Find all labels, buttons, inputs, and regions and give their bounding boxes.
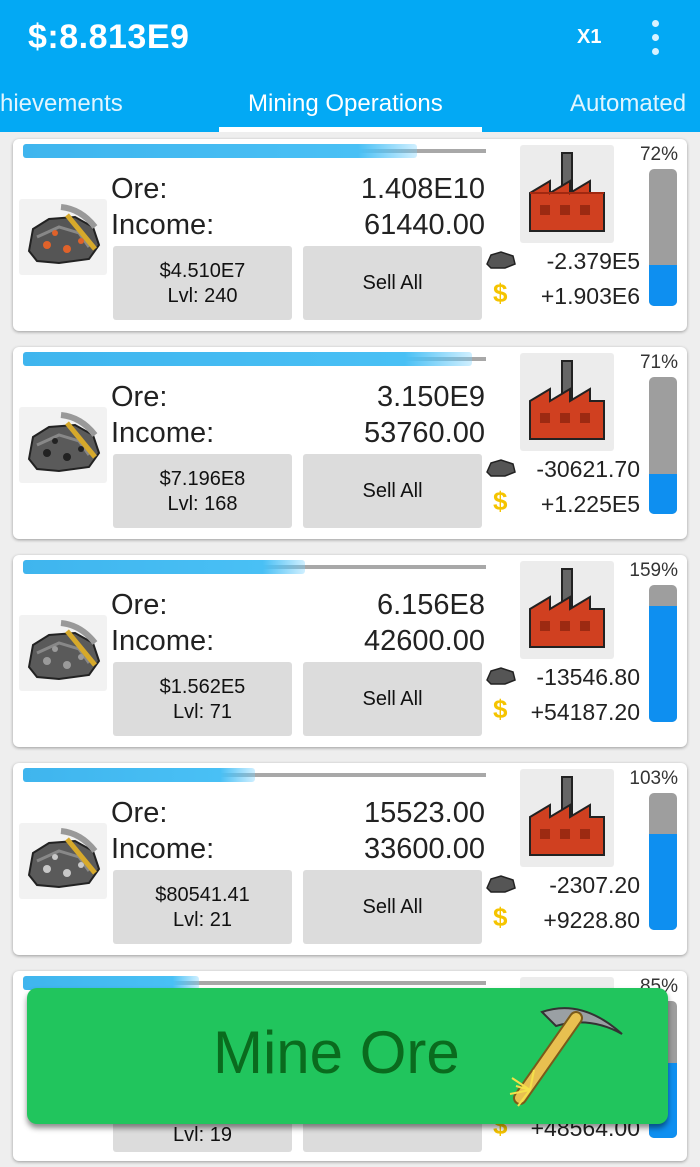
upgrade-button[interactable]: $1.562E5 Lvl: 71 bbox=[113, 662, 292, 736]
capacity-gauge-fill bbox=[649, 605, 677, 722]
income-value: 61440.00 bbox=[364, 209, 485, 241]
mine-ore-button[interactable]: Mine Ore bbox=[27, 988, 668, 1124]
ore-value: 6.156E8 bbox=[376, 589, 485, 621]
ore-flow: -2307.20 bbox=[549, 872, 640, 898]
mining-progress-fill bbox=[23, 352, 472, 366]
ore-flow: -13546.80 bbox=[536, 664, 640, 690]
dollar-icon: $ bbox=[493, 694, 508, 724]
sell-all-button[interactable]: Sell All bbox=[303, 870, 482, 944]
factory-icon[interactable] bbox=[520, 353, 614, 451]
capacity-percent: 72% bbox=[639, 144, 678, 165]
ore-rock-pickaxe-icon bbox=[19, 407, 107, 483]
factory-icon[interactable] bbox=[520, 561, 614, 659]
capacity-gauge-fill bbox=[649, 474, 677, 514]
mining-progress-fill bbox=[23, 768, 255, 782]
ore-rock-pickaxe-icon bbox=[19, 615, 107, 691]
sell-all-button[interactable]: Sell All bbox=[303, 454, 482, 528]
income-value: 33600.00 bbox=[364, 833, 485, 865]
upgrade-price: $7.196E8 bbox=[159, 468, 246, 490]
income-value: 42600.00 bbox=[364, 625, 485, 657]
ore-icon bbox=[485, 874, 517, 894]
ore-label: Ore: bbox=[111, 381, 168, 413]
capacity-percent: 103% bbox=[629, 768, 678, 789]
dollar-icon: $ bbox=[493, 902, 508, 932]
factory-icon[interactable] bbox=[520, 769, 614, 867]
income-label: Income: bbox=[111, 833, 215, 865]
cash-flow: +9228.80 bbox=[543, 907, 640, 933]
overflow-menu-icon[interactable] bbox=[646, 18, 666, 58]
mine-card: Ore: 1.408E10 Income: 61440.00 $4.510E7 … bbox=[13, 139, 687, 331]
mining-progress-fill bbox=[23, 144, 417, 158]
upgrade-button[interactable]: $4.510E7 Lvl: 240 bbox=[113, 246, 292, 320]
money-display: $:8.813E9 bbox=[28, 18, 190, 56]
ore-icon bbox=[485, 250, 517, 270]
tab-automated[interactable]: Automated bbox=[570, 90, 686, 118]
ore-value: 3.150E9 bbox=[376, 381, 485, 413]
income-value: 53760.00 bbox=[364, 417, 485, 449]
ore-label: Ore: bbox=[111, 589, 168, 621]
ore-label: Ore: bbox=[111, 173, 168, 205]
ore-flow: -30621.70 bbox=[536, 456, 640, 482]
pickaxe-icon bbox=[482, 994, 632, 1124]
active-tab-indicator bbox=[219, 127, 482, 132]
upgrade-button[interactable]: $7.196E8 Lvl: 168 bbox=[113, 454, 292, 528]
ore-rock-pickaxe-icon bbox=[19, 823, 107, 899]
upgrade-price: $1.562E5 bbox=[159, 676, 246, 698]
mining-progress-fill bbox=[23, 560, 305, 574]
cash-flow: +1.903E6 bbox=[540, 283, 640, 309]
capacity-gauge bbox=[649, 169, 677, 306]
ore-icon bbox=[485, 458, 517, 478]
dollar-icon: $ bbox=[493, 278, 508, 308]
mine-level: Lvl: 19 bbox=[173, 1124, 232, 1146]
dollar-icon: $ bbox=[493, 486, 508, 516]
ore-value: 15523.00 bbox=[364, 797, 485, 829]
factory-icon[interactable] bbox=[520, 145, 614, 243]
app-bar: $:8.813E9 X1 hievements Mining Operation… bbox=[0, 0, 700, 132]
capacity-gauge bbox=[649, 585, 677, 722]
mine-card: Ore: 6.156E8 Income: 42600.00 $1.562E5 L… bbox=[13, 555, 687, 747]
mine-card: Ore: 15523.00 Income: 33600.00 $80541.41… bbox=[13, 763, 687, 955]
ore-label: Ore: bbox=[111, 797, 168, 829]
sell-all-button[interactable]: Sell All bbox=[303, 662, 482, 736]
upgrade-price: $4.510E7 bbox=[159, 260, 246, 282]
capacity-gauge bbox=[649, 793, 677, 930]
tab-achievements[interactable]: hievements bbox=[0, 90, 123, 118]
mine-level: Lvl: 21 bbox=[173, 909, 232, 931]
income-label: Income: bbox=[111, 417, 215, 449]
cash-flow: +54187.20 bbox=[530, 699, 640, 725]
multiplier-button[interactable]: X1 bbox=[577, 26, 601, 49]
ore-value: 1.408E10 bbox=[360, 173, 485, 205]
income-label: Income: bbox=[111, 625, 215, 657]
cash-flow: +1.225E5 bbox=[540, 491, 640, 517]
ore-rock-pickaxe-icon bbox=[19, 199, 107, 275]
sell-all-button[interactable]: Sell All bbox=[303, 246, 482, 320]
income-label: Income: bbox=[111, 209, 215, 241]
mine-level: Lvl: 240 bbox=[167, 285, 238, 307]
capacity-percent: 159% bbox=[629, 560, 678, 581]
capacity-gauge-fill bbox=[649, 834, 677, 930]
tab-mining-operations[interactable]: Mining Operations bbox=[248, 90, 443, 118]
ore-flow: -2.379E5 bbox=[546, 248, 640, 274]
upgrade-price: $80541.41 bbox=[155, 884, 250, 906]
mine-card: Ore: 3.150E9 Income: 53760.00 $7.196E8 L… bbox=[13, 347, 687, 539]
capacity-percent: 71% bbox=[639, 352, 678, 373]
upgrade-button[interactable]: $80541.41 Lvl: 21 bbox=[113, 870, 292, 944]
capacity-gauge bbox=[649, 377, 677, 514]
mine-level: Lvl: 71 bbox=[173, 701, 232, 723]
mine-ore-label: Mine Ore bbox=[213, 1019, 460, 1086]
mine-level: Lvl: 168 bbox=[167, 493, 238, 515]
ore-icon bbox=[485, 666, 517, 686]
capacity-gauge-fill bbox=[649, 264, 677, 306]
